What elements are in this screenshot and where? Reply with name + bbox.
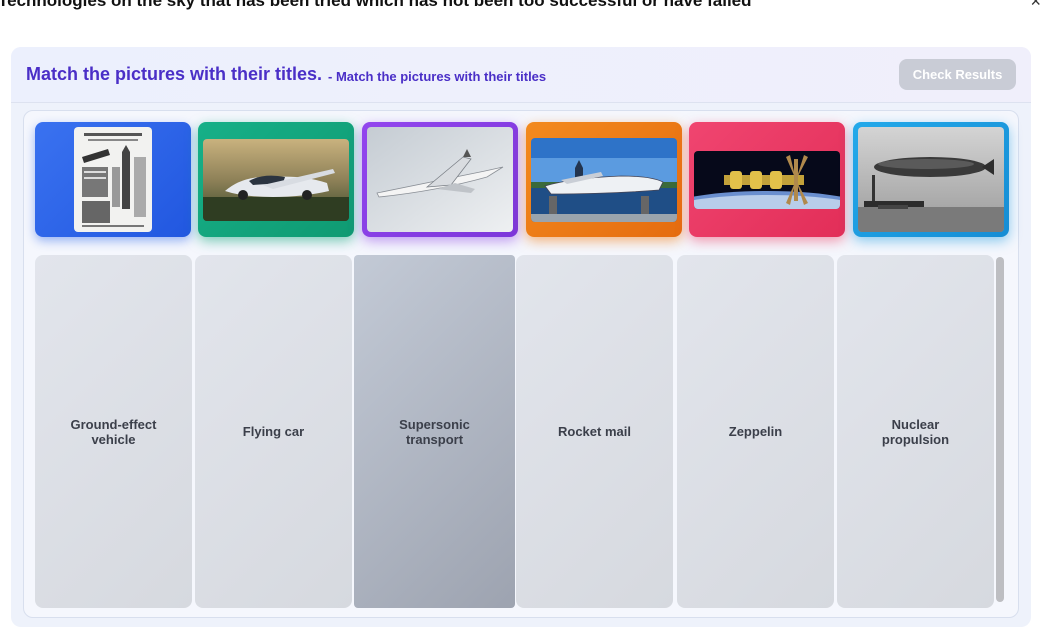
title-label: Nuclear propulsion [881, 416, 950, 447]
title-label: Supersonic transport [399, 416, 470, 447]
panel-header: Match the pictures with their titles. - … [11, 47, 1031, 103]
rocket-mail-document-image [74, 127, 152, 232]
supersonic-transport-image [367, 127, 513, 232]
title-slot-supersonic-transport[interactable]: Supersonic transport [354, 255, 515, 608]
nuclear-propulsion-image [694, 150, 840, 209]
picture-card-flying-car[interactable] [198, 122, 354, 237]
picture-card-ground-effect[interactable] [526, 122, 682, 237]
close-icon[interactable]: × [1030, 0, 1041, 11]
title-slot-nuclear-propulsion[interactable]: Nuclear propulsion [837, 255, 994, 608]
flying-car-image [203, 138, 349, 221]
title-slot-zeppelin[interactable]: Zeppelin [677, 255, 834, 608]
title-label: Rocket mail [558, 424, 631, 439]
title-slot-flying-car[interactable]: Flying car [195, 255, 352, 608]
page-title: Technologies on the sky that has been tr… [0, 0, 752, 10]
title-slot-rocket-mail[interactable]: Rocket mail [516, 255, 673, 608]
panel-title: Match the pictures with their titles. [26, 64, 323, 84]
title-label: Ground-effect vehicle [70, 416, 157, 447]
picture-card-supersonic[interactable] [362, 122, 518, 237]
title-slot-ground-effect-vehicle[interactable]: Ground-effect vehicle [35, 255, 192, 608]
ground-effect-vehicle-image [531, 137, 677, 222]
vertical-scrollbar[interactable] [996, 257, 1004, 602]
picture-card-nuclear[interactable] [689, 122, 845, 237]
matching-board: Ground-effect vehicle Flying car Superso… [23, 110, 1019, 618]
zeppelin-image [858, 127, 1004, 232]
panel-subtitle: - Match the pictures with their titles [328, 69, 547, 84]
picture-card-zeppelin[interactable] [853, 122, 1009, 237]
picture-card-rocket-mail[interactable] [35, 122, 191, 237]
check-results-button[interactable]: Check Results [899, 59, 1016, 90]
matching-panel: Match the pictures with their titles. - … [11, 47, 1031, 627]
title-label: Zeppelin [728, 424, 783, 439]
title-label: Flying car [242, 424, 305, 439]
